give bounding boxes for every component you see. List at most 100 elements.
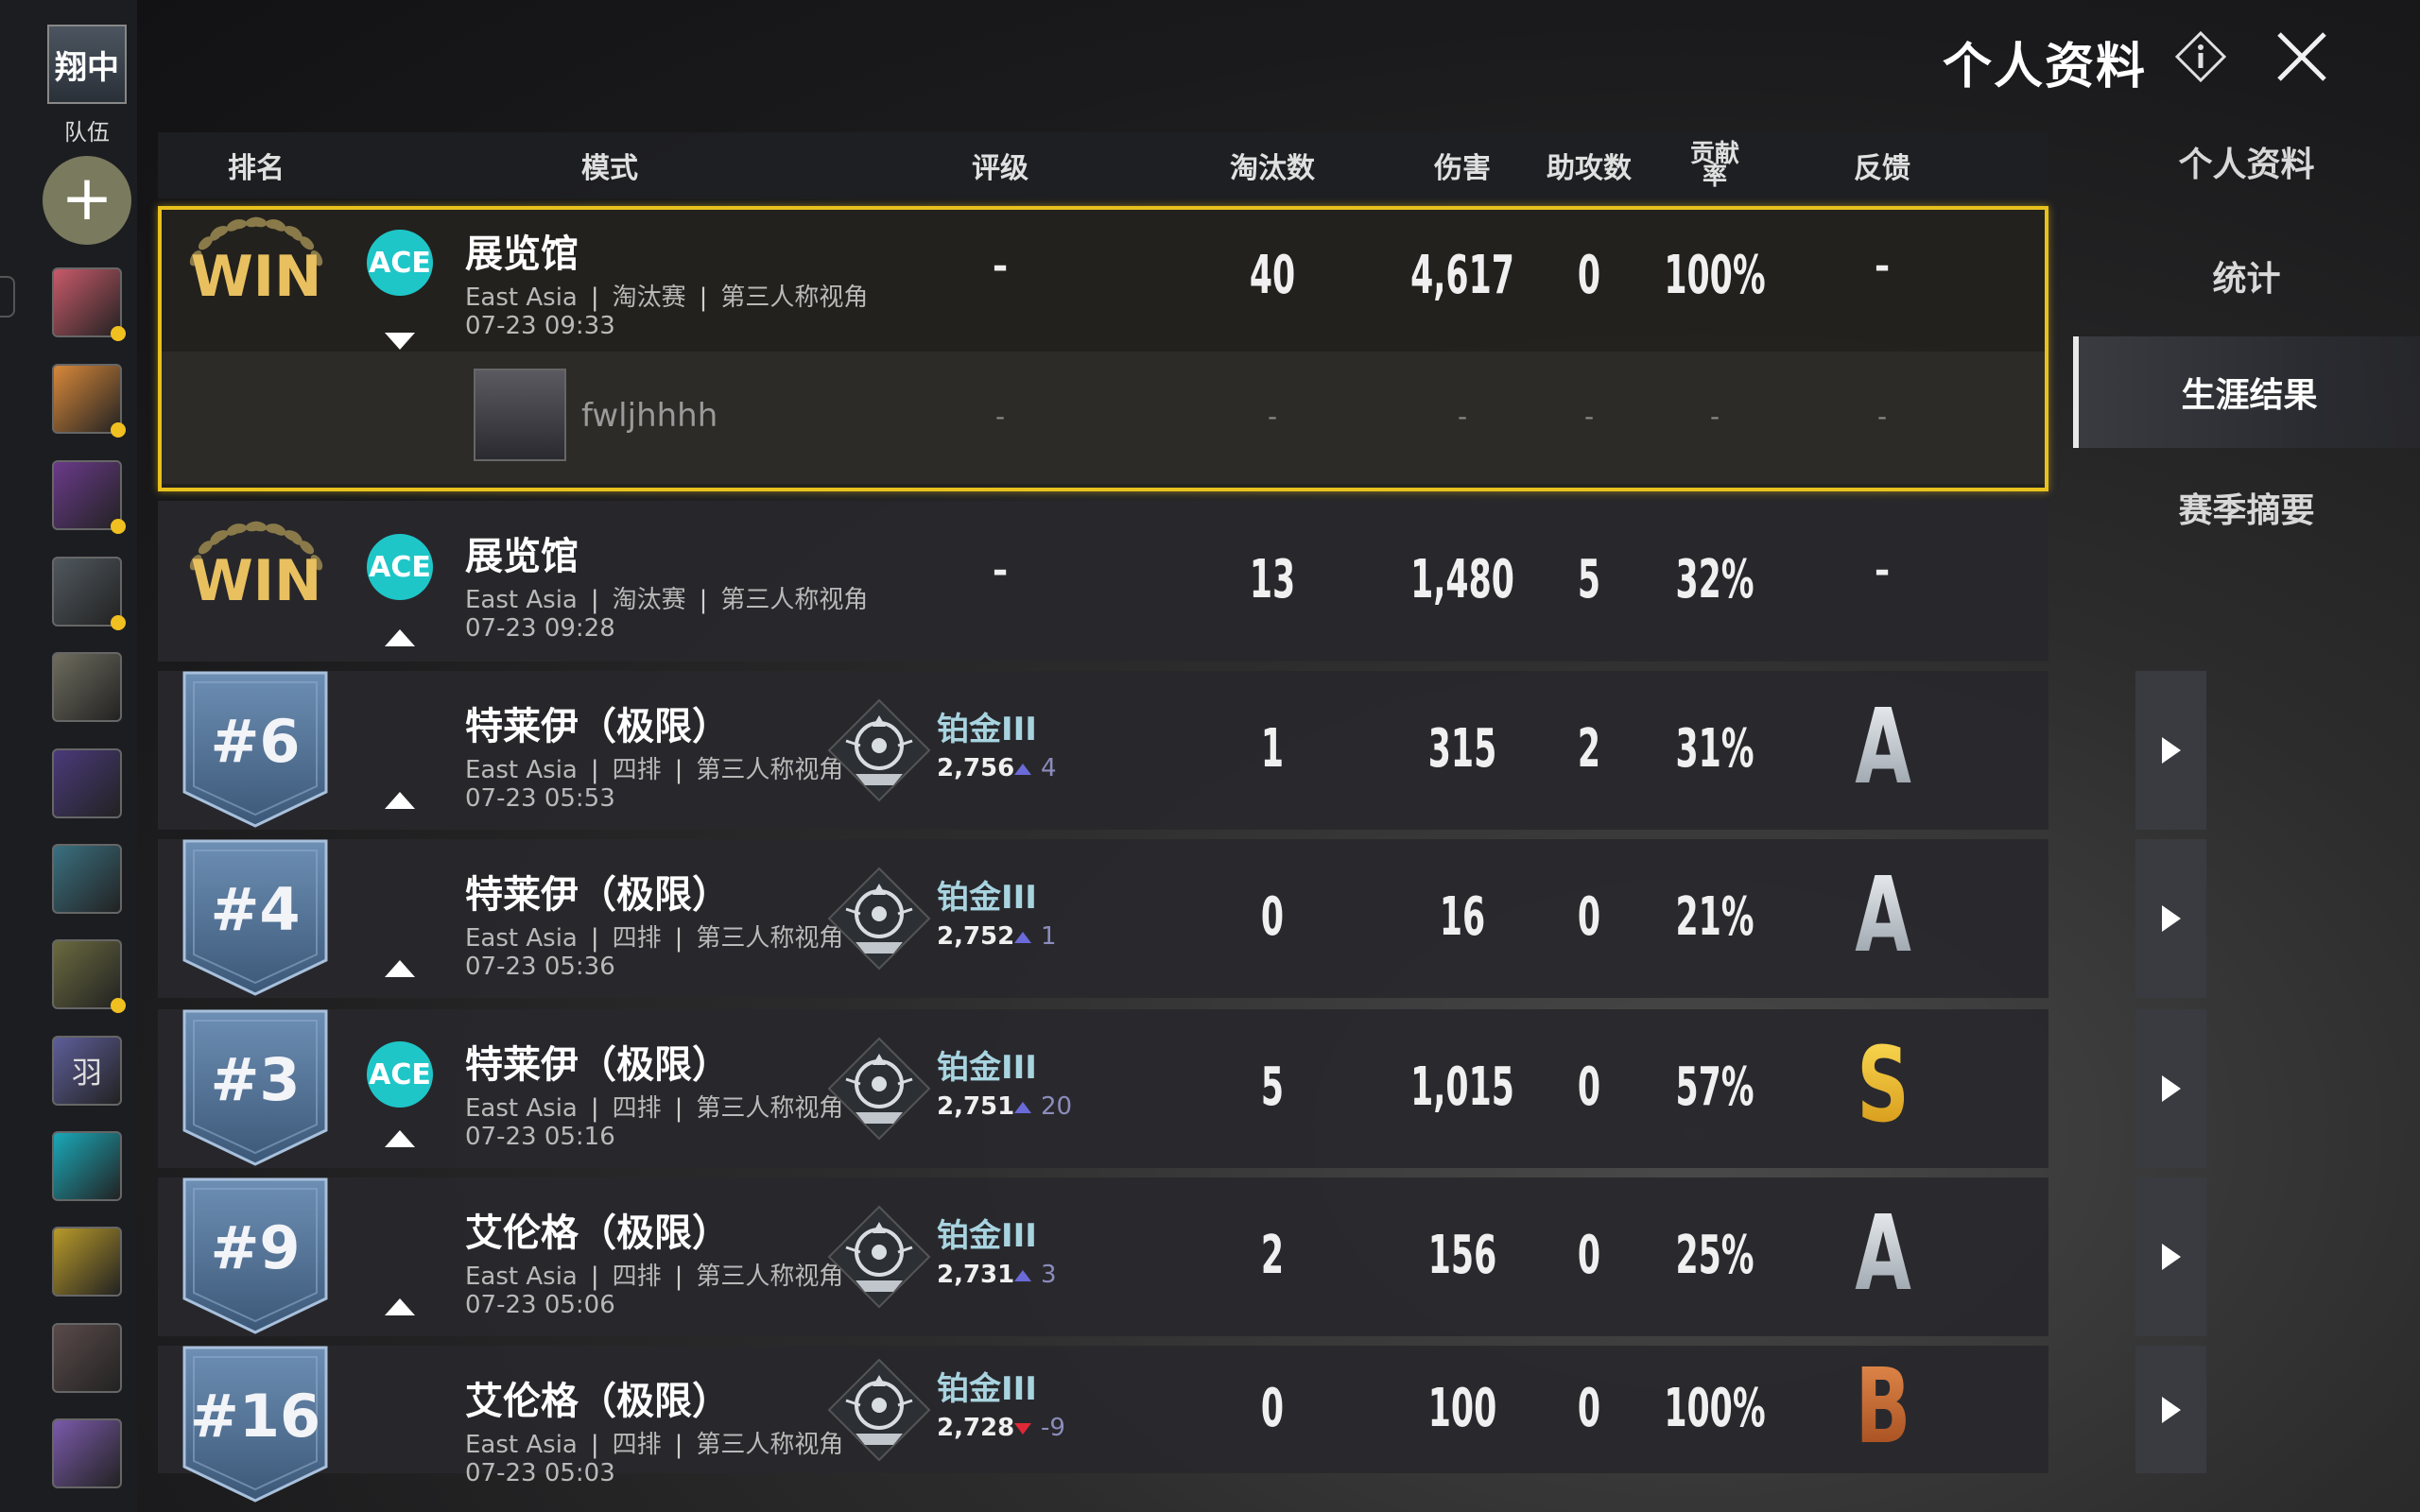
match-detail-button[interactable]: [2135, 1346, 2206, 1473]
teammate-row[interactable]: fwljhhhh - - - - - -: [162, 352, 2045, 484]
expand-arrow-icon[interactable]: [385, 960, 415, 977]
match-time: 07-23 09:33: [465, 312, 615, 340]
friend-avatar[interactable]: [52, 652, 122, 722]
match-row[interactable]: #4 特莱伊（极限） East Asia | 四排 | 第三人称视角 07-23 05:36 铂…: [158, 839, 2206, 998]
tier-delta: 4: [1041, 754, 1057, 782]
play-arrow-icon: [2161, 905, 2181, 932]
play-arrow-icon: [2161, 1075, 2181, 1102]
view-label: 第三人称视角: [696, 1094, 844, 1123]
ace-badge: ACE: [367, 230, 433, 296]
damage-value-text: 315: [1427, 718, 1497, 780]
header-feedback: 反馈: [1854, 152, 1910, 185]
nav-season-summary-label: 赛季摘要: [2178, 491, 2315, 530]
match-detail-button[interactable]: [2135, 1009, 2206, 1168]
assists-value-text: 0: [1577, 886, 1601, 948]
mode-label: 四排: [612, 1094, 662, 1123]
friend-avatar[interactable]: 羽: [52, 1036, 122, 1106]
info-icon[interactable]: [2174, 30, 2227, 83]
damage-value-text: 100: [1427, 1377, 1497, 1439]
separator: |: [590, 1263, 599, 1291]
rank-badge: #3: [181, 1009, 330, 1168]
friend-avatar[interactable]: [52, 939, 126, 1013]
view-label: 第三人称视角: [696, 1263, 844, 1291]
expand-arrow-icon[interactable]: [385, 792, 415, 809]
sidebar-collapse-tab[interactable]: [0, 276, 15, 318]
header-contribution: 贡献率: [1689, 140, 1739, 191]
map-name: 艾伦格（极限）: [465, 1380, 730, 1423]
mode-label: 淘汰赛: [612, 586, 686, 614]
assists-value: 2: [1571, 718, 1608, 780]
tier-name: 铂金III: [937, 879, 1037, 917]
friend-avatar[interactable]: [52, 1418, 122, 1488]
rank-label: #9: [210, 1213, 301, 1282]
nav-profile[interactable]: 个人资料: [2073, 106, 2420, 217]
collapse-arrow-icon[interactable]: [385, 333, 415, 350]
friend-avatar[interactable]: [52, 364, 126, 438]
tier-emblem-icon: [827, 1205, 931, 1309]
feedback-value: -: [1874, 245, 1891, 288]
match-row[interactable]: #16 艾伦格（极限） East Asia | 四排 | 第三人称视角 07-23 05:03…: [158, 1345, 2206, 1503]
friend-avatar[interactable]: [52, 1227, 122, 1297]
assists-value-text: 0: [1577, 1225, 1601, 1286]
friend-avatar[interactable]: [52, 460, 126, 534]
tier-emblem-icon: [827, 867, 931, 971]
tier-points: 2,756: [937, 754, 1015, 782]
friend-avatar[interactable]: [52, 1323, 122, 1393]
header-assists: 助攻数: [1547, 152, 1632, 185]
damage-value: 315: [1408, 718, 1518, 780]
match-detail-button[interactable]: [2135, 671, 2206, 830]
kills-value-text: 1: [1260, 718, 1285, 780]
match-time: 07-23 05:36: [465, 953, 615, 981]
separator: |: [699, 284, 708, 312]
kills-value: 2: [1254, 1225, 1291, 1286]
damage-value: 16: [1426, 886, 1499, 948]
expand-arrow-icon[interactable]: [385, 1130, 415, 1147]
region-label: East Asia: [465, 1431, 578, 1459]
teammate-stat-value: -: [1709, 401, 1720, 432]
contribution-value-text: 25%: [1675, 1225, 1754, 1286]
tier-points: 2,731: [937, 1261, 1015, 1289]
add-friend-button[interactable]: +: [43, 156, 131, 245]
match-info: East Asia | 四排 | 第三人称视角: [465, 1425, 843, 1460]
kills-value: 1: [1254, 718, 1291, 780]
nav-season-summary[interactable]: 赛季摘要: [2073, 452, 2420, 563]
separator: |: [590, 284, 599, 312]
kills-value: 13: [1236, 549, 1309, 610]
friend-avatar[interactable]: [52, 557, 126, 630]
friend-avatar[interactable]: [52, 844, 122, 914]
plus-icon: +: [60, 162, 113, 234]
nav-career-results[interactable]: 生涯结果: [2073, 336, 2420, 448]
friend-avatar[interactable]: [52, 1131, 122, 1201]
damage-value-text: 156: [1427, 1225, 1497, 1286]
grade-badge: A: [1855, 1193, 1911, 1314]
match-row[interactable]: WIN ACE 展览馆 East Asia | 淘汰赛 | 第三人称视角 07-23 09:28…: [158, 501, 2048, 662]
damage-value: 4,617: [1378, 245, 1546, 306]
contribution-value-text: 57%: [1675, 1057, 1754, 1118]
team-avatar[interactable]: 翔中: [47, 25, 127, 104]
match-info: East Asia | 四排 | 第三人称视角: [465, 750, 843, 785]
mode-label: 四排: [612, 756, 662, 784]
separator: |: [590, 586, 599, 614]
expand-arrow-icon[interactable]: [385, 629, 415, 646]
region-label: East Asia: [465, 284, 578, 312]
match-detail-button[interactable]: [2135, 1177, 2206, 1336]
rank-label: #6: [210, 707, 301, 776]
friend-avatar[interactable]: [52, 267, 126, 341]
match-row[interactable]: #9 艾伦格（极限） East Asia | 四排 | 第三人称视角 07-23 05:06 铂…: [158, 1177, 2206, 1336]
match-row[interactable]: WIN ACE 展览馆 East Asia | 淘汰赛 | 第三人称视角 07-23 09:33…: [158, 206, 2048, 491]
grade-badge: B: [1855, 1345, 1911, 1467]
tier-name: 铂金III: [937, 1217, 1037, 1255]
feedback-value: -: [1874, 549, 1891, 593]
match-row[interactable]: #6 特莱伊（极限） East Asia | 四排 | 第三人称视角 07-23 05:53 铂…: [158, 671, 2206, 830]
contribution-value: 25%: [1651, 1225, 1778, 1286]
online-status-icon: [111, 615, 126, 630]
expand-arrow-icon[interactable]: [385, 1298, 415, 1315]
friend-avatar[interactable]: [52, 748, 122, 818]
match-row[interactable]: #3 ACE 特莱伊（极限） East Asia | 四排 | 第三人称视角 07-23 05:…: [158, 1009, 2206, 1168]
match-time: 07-23 05:06: [465, 1291, 615, 1319]
match-time: 07-23 09:28: [465, 614, 615, 643]
close-icon[interactable]: [2273, 28, 2330, 85]
match-detail-button[interactable]: [2135, 839, 2206, 998]
match-info: East Asia | 四排 | 第三人称视角: [465, 1257, 843, 1292]
nav-stats[interactable]: 统计: [2073, 220, 2420, 332]
